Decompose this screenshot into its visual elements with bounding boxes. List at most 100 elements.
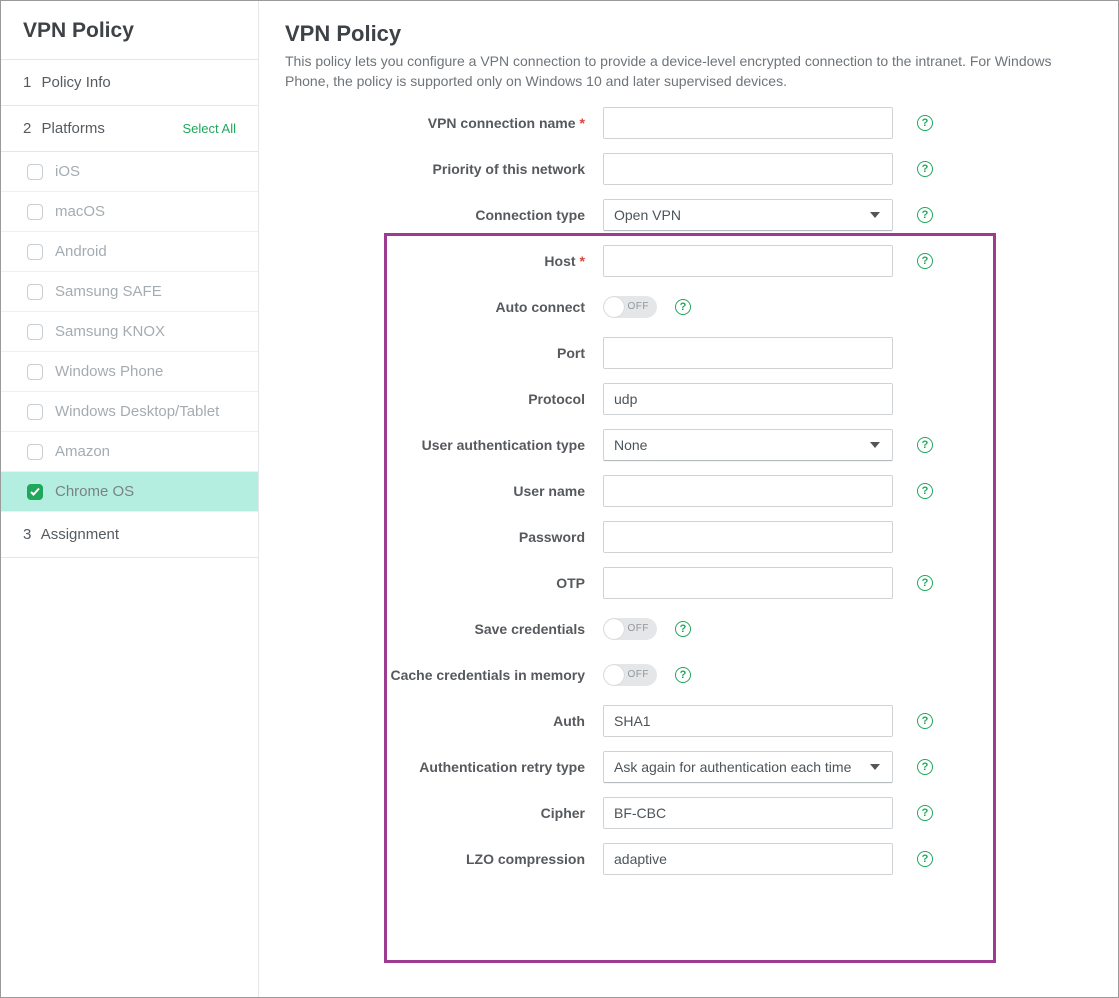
- field-user-auth-type: User authentication type None ?: [285, 428, 1092, 462]
- select-value: Ask again for authentication each time: [614, 759, 851, 775]
- checkbox-icon[interactable]: [27, 204, 43, 220]
- step-number: 2: [23, 120, 31, 137]
- otp-input[interactable]: [603, 567, 893, 599]
- sidebar-item-amazon[interactable]: Amazon: [1, 432, 258, 472]
- page-description: This policy lets you configure a VPN con…: [285, 51, 1090, 92]
- save-credentials-toggle[interactable]: OFF: [603, 618, 657, 640]
- field-label: Password: [285, 529, 585, 545]
- cache-credentials-toggle[interactable]: OFF: [603, 664, 657, 686]
- field-save-credentials: Save credentials OFF ?: [285, 612, 1092, 646]
- field-label: Connection type: [285, 207, 585, 223]
- help-icon[interactable]: ?: [917, 713, 933, 729]
- required-marker: *: [580, 253, 585, 269]
- field-auth-retry-type: Authentication retry type Ask again for …: [285, 750, 1092, 784]
- user-auth-type-select[interactable]: None: [603, 429, 893, 461]
- help-icon[interactable]: ?: [917, 575, 933, 591]
- field-host: Host* ?: [285, 244, 1092, 278]
- field-lzo-compression: LZO compression ?: [285, 842, 1092, 876]
- field-label: Cipher: [285, 805, 585, 821]
- cipher-input[interactable]: [603, 797, 893, 829]
- help-icon[interactable]: ?: [675, 667, 691, 683]
- help-icon[interactable]: ?: [917, 161, 933, 177]
- field-label: Cache credentials in memory: [285, 667, 585, 683]
- checkbox-icon[interactable]: [27, 164, 43, 180]
- sidebar-item-windows-desktop[interactable]: Windows Desktop/Tablet: [1, 392, 258, 432]
- select-value: Open VPN: [614, 207, 681, 223]
- auto-connect-toggle[interactable]: OFF: [603, 296, 657, 318]
- checkbox-icon[interactable]: [27, 324, 43, 340]
- connection-type-select[interactable]: Open VPN: [603, 199, 893, 231]
- help-icon[interactable]: ?: [917, 437, 933, 453]
- password-input[interactable]: [603, 521, 893, 553]
- required-marker: *: [580, 115, 585, 131]
- field-label: Port: [285, 345, 585, 361]
- step-label: 3 Assignment: [23, 526, 119, 543]
- step-number: 1: [23, 74, 31, 91]
- port-input[interactable]: [603, 337, 893, 369]
- help-icon[interactable]: ?: [917, 253, 933, 269]
- checkbox-icon[interactable]: [27, 484, 43, 500]
- toggle-knob: [604, 619, 624, 639]
- field-label: User authentication type: [285, 437, 585, 453]
- help-icon[interactable]: ?: [917, 805, 933, 821]
- checkbox-icon[interactable]: [27, 284, 43, 300]
- help-icon[interactable]: ?: [917, 115, 933, 131]
- toggle-knob: [604, 297, 624, 317]
- sidebar-item-label: Amazon: [55, 443, 110, 460]
- help-icon[interactable]: ?: [675, 299, 691, 315]
- sidebar-item-ios[interactable]: iOS: [1, 152, 258, 192]
- sidebar-item-macos[interactable]: macOS: [1, 192, 258, 232]
- sidebar-item-label: Samsung KNOX: [55, 323, 165, 340]
- help-icon[interactable]: ?: [675, 621, 691, 637]
- user-name-input[interactable]: [603, 475, 893, 507]
- main-panel: VPN Policy This policy lets you configur…: [259, 1, 1118, 997]
- app-frame: VPN Policy 1 Policy Info 2 Platforms Sel…: [0, 0, 1119, 998]
- toggle-state: OFF: [628, 669, 650, 680]
- select-all-link[interactable]: Select All: [183, 121, 236, 136]
- help-icon[interactable]: ?: [917, 759, 933, 775]
- toggle-state: OFF: [628, 623, 650, 634]
- sidebar-item-label: Android: [55, 243, 107, 260]
- sidebar-item-android[interactable]: Android: [1, 232, 258, 272]
- sidebar-item-windows-phone[interactable]: Windows Phone: [1, 352, 258, 392]
- sidebar-item-label: Chrome OS: [55, 483, 134, 500]
- step-label: 1 Policy Info: [23, 74, 111, 91]
- help-icon[interactable]: ?: [917, 483, 933, 499]
- checkbox-icon[interactable]: [27, 444, 43, 460]
- sidebar-item-samsung-knox[interactable]: Samsung KNOX: [1, 312, 258, 352]
- field-user-name: User name ?: [285, 474, 1092, 508]
- vpn-connection-name-input[interactable]: [603, 107, 893, 139]
- field-label: Auto connect: [285, 299, 585, 315]
- field-port: Port: [285, 336, 1092, 370]
- checkbox-icon[interactable]: [27, 404, 43, 420]
- help-icon[interactable]: ?: [917, 851, 933, 867]
- sidebar-item-chrome-os[interactable]: Chrome OS: [1, 472, 258, 512]
- field-label: Auth: [285, 713, 585, 729]
- host-input[interactable]: [603, 245, 893, 277]
- sidebar-step-assignment[interactable]: 3 Assignment: [1, 512, 258, 558]
- auth-retry-select[interactable]: Ask again for authentication each time: [603, 751, 893, 783]
- lzo-input[interactable]: [603, 843, 893, 875]
- sidebar-item-samsung-safe[interactable]: Samsung SAFE: [1, 272, 258, 312]
- help-icon[interactable]: ?: [917, 207, 933, 223]
- field-vpn-connection-name: VPN connection name* ?: [285, 106, 1092, 140]
- checkbox-icon[interactable]: [27, 244, 43, 260]
- auth-input[interactable]: [603, 705, 893, 737]
- field-label: Priority of this network: [285, 161, 585, 177]
- checkbox-icon[interactable]: [27, 364, 43, 380]
- chevron-down-icon: [870, 764, 880, 770]
- field-label: LZO compression: [285, 851, 585, 867]
- step-text: Policy Info: [42, 74, 111, 91]
- field-label: Protocol: [285, 391, 585, 407]
- protocol-input[interactable]: [603, 383, 893, 415]
- sidebar-step-platforms[interactable]: 2 Platforms Select All: [1, 106, 258, 152]
- step-text: Platforms: [42, 120, 105, 137]
- sidebar-step-policy-info[interactable]: 1 Policy Info: [1, 60, 258, 106]
- priority-input[interactable]: [603, 153, 893, 185]
- field-protocol: Protocol: [285, 382, 1092, 416]
- field-connection-type: Connection type Open VPN ?: [285, 198, 1092, 232]
- toggle-state: OFF: [628, 301, 650, 312]
- field-auth: Auth ?: [285, 704, 1092, 738]
- sidebar-item-label: Windows Desktop/Tablet: [55, 403, 219, 420]
- sidebar: VPN Policy 1 Policy Info 2 Platforms Sel…: [1, 1, 259, 997]
